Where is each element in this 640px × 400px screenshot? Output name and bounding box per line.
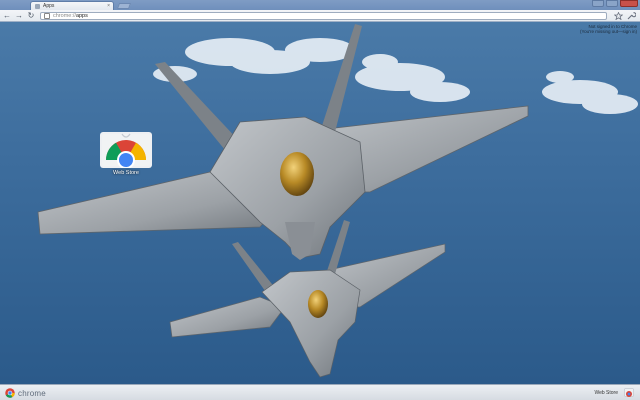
- apps-page: Not signed in to Chrome (You're missing …: [0, 22, 640, 384]
- maximize-button[interactable]: [606, 0, 618, 7]
- app-tile-web-store[interactable]: Web Store: [100, 132, 152, 176]
- browser-window: Apps × ← → ↻ chrome://apps Not signed in…: [0, 0, 640, 400]
- tab-title: Apps: [43, 2, 55, 9]
- new-tab-button[interactable]: [116, 3, 132, 9]
- bookmark-star-icon[interactable]: [614, 12, 623, 20]
- close-icon[interactable]: ×: [107, 3, 110, 9]
- login-status-line2[interactable]: (You're missing out—sign in): [580, 29, 637, 34]
- apps-grid-icon: [35, 3, 40, 9]
- tab-apps[interactable]: Apps ×: [30, 1, 114, 10]
- chrome-logo-icon: [5, 388, 15, 398]
- apps-footer: chrome Web Store: [0, 384, 640, 400]
- wallpaper-jets-image: [0, 22, 640, 384]
- web-store-link[interactable]: Web Store: [594, 390, 618, 396]
- window-controls: [592, 0, 638, 7]
- url-scheme: chrome://: [53, 13, 76, 19]
- chrome-logo-icon: [102, 133, 150, 169]
- login-status[interactable]: Not signed in to Chrome (You're missing …: [580, 24, 637, 34]
- web-store-icon: [100, 132, 152, 169]
- minimize-button[interactable]: [592, 0, 604, 7]
- toolbar: ← → ↻ chrome://apps: [0, 10, 640, 22]
- forward-button[interactable]: →: [15, 12, 23, 20]
- app-label: Web Store: [113, 170, 139, 176]
- back-button[interactable]: ←: [3, 12, 11, 20]
- tab-strip: Apps ×: [0, 0, 640, 10]
- page-icon: [44, 13, 50, 19]
- address-bar[interactable]: chrome://apps: [40, 12, 607, 20]
- web-store-icon[interactable]: [624, 388, 634, 397]
- brand-text: chrome: [18, 388, 46, 398]
- url-path: apps: [75, 13, 88, 19]
- chrome-brand: chrome: [5, 388, 46, 398]
- close-window-button[interactable]: [620, 0, 638, 7]
- reload-button[interactable]: ↻: [27, 12, 35, 20]
- wrench-menu-icon[interactable]: [627, 12, 636, 20]
- url-text: chrome://apps: [53, 13, 88, 19]
